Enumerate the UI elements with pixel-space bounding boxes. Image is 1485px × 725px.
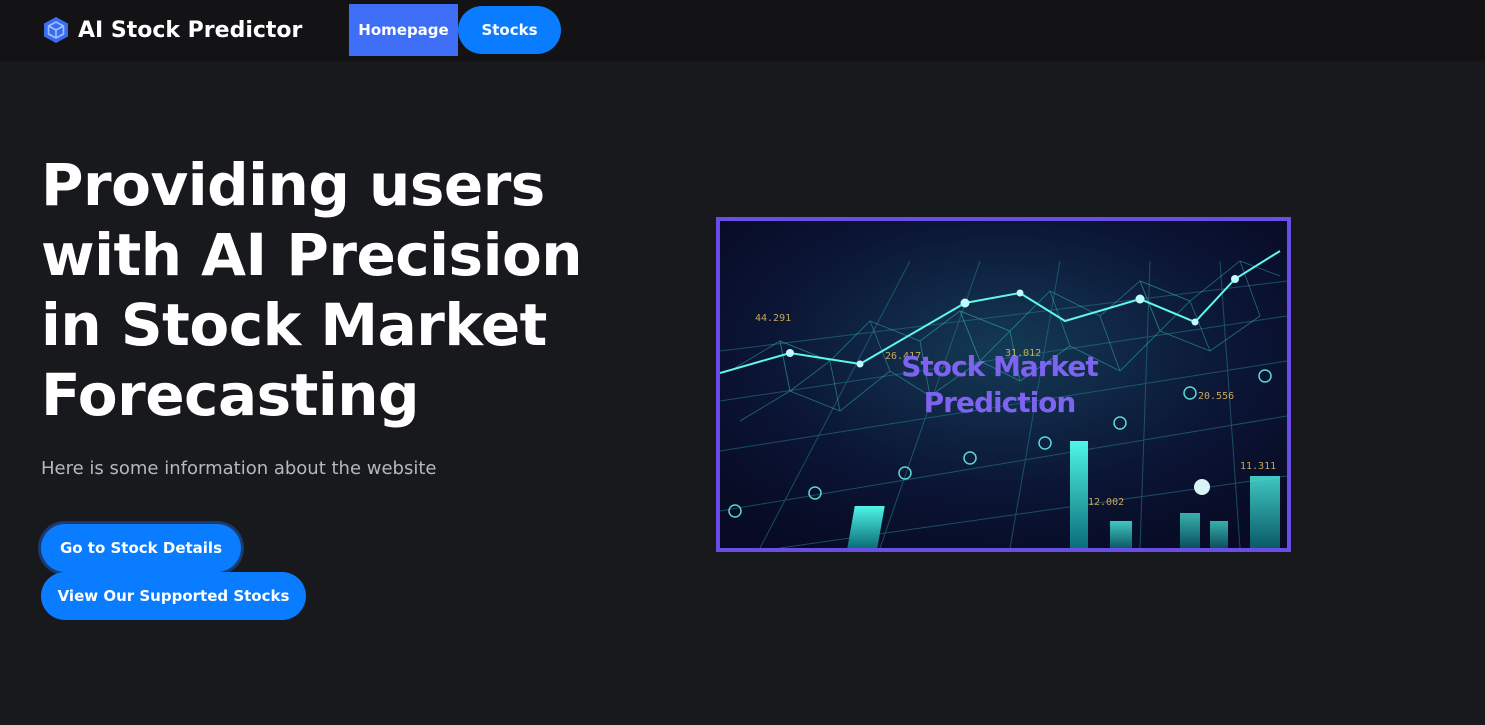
top-navbar: AI Stock Predictor Homepage Stocks [0,0,1485,61]
image-caption-line2: Prediction [923,386,1077,419]
view-supported-stocks-button[interactable]: View Our Supported Stocks [41,572,306,620]
go-to-stock-details-button[interactable]: Go to Stock Details [41,524,241,572]
overlay-number: 11.311 [1240,461,1276,472]
image-caption-line1: Stock Market [901,350,1099,383]
hero-subtitle: Here is some information about the websi… [41,458,437,479]
hero-title: Providing users with AI Precision in Sto… [41,151,583,429]
image-caption: Stock Market Prediction [720,349,1283,421]
overlay-number: 12.002 [1088,497,1124,508]
cube-icon [44,17,68,43]
nav-stocks-link[interactable]: Stocks [458,6,561,54]
brand-name: AI Stock Predictor [78,17,303,43]
hero-image: 44.291 26.417 31.012 20.556 12.002 11.31… [716,217,1291,552]
overlay-number: 44.291 [755,313,791,324]
nav-homepage-link[interactable]: Homepage [349,4,458,56]
brand-logo[interactable]: AI Stock Predictor [43,14,302,46]
